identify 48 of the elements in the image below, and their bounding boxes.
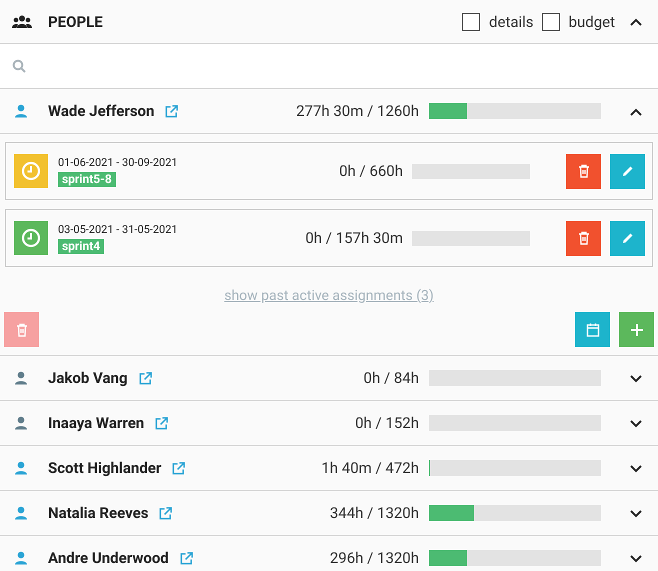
hours-text: 344h / 1320h [330, 504, 419, 522]
hours-text: 296h / 1320h [330, 549, 419, 567]
hours-text: 277h 30m / 1260h [296, 102, 419, 120]
hours-text: 1h 40m / 472h [321, 459, 419, 477]
add-button[interactable] [619, 312, 654, 347]
collapse-icon[interactable] [629, 17, 643, 27]
edit-button[interactable] [610, 220, 645, 256]
calendar-button[interactable] [575, 312, 610, 347]
external-link-icon[interactable] [171, 460, 186, 476]
date-range: 03-05-2021 - 31-05-2021 [58, 222, 178, 236]
expand-icon[interactable] [629, 508, 643, 518]
delete-button[interactable] [566, 220, 601, 256]
checkbox[interactable] [542, 12, 560, 30]
plus-icon [630, 322, 644, 336]
person-name: Natalia Reeves [48, 504, 148, 522]
people-icon [12, 14, 32, 28]
date-range: 01-06-2021 - 30-09-2021 [58, 156, 178, 168]
edit-button[interactable] [610, 154, 645, 188]
person-name: Inaaya Warren [48, 414, 144, 432]
sprint-tag: sprint4 [58, 238, 104, 254]
delete-button[interactable] [566, 154, 601, 188]
hours-text: 0h / 157h 30m [305, 229, 403, 247]
expand-icon[interactable] [629, 464, 643, 474]
external-link-icon[interactable] [138, 370, 153, 386]
external-link-icon[interactable] [164, 104, 180, 118]
person-name: Wade Jefferson [48, 102, 154, 120]
person-name: Andre Underwood [48, 549, 169, 567]
search-icon [12, 59, 26, 73]
external-link-icon[interactable] [158, 506, 174, 520]
external-link-icon[interactable] [178, 550, 194, 566]
calendar-icon [584, 322, 600, 338]
checkbox[interactable] [462, 12, 480, 30]
expand-icon[interactable] [629, 554, 643, 564]
hours-text: 0h / 84h [364, 369, 419, 387]
external-link-icon[interactable] [154, 416, 170, 430]
expand-icon[interactable] [629, 374, 643, 384]
hours-text: 0h / 152h [355, 414, 419, 432]
person-name: Jakob Vang [48, 369, 128, 387]
past-assignments-link[interactable]: show past active assignments (3) [224, 288, 434, 304]
checkbox-label: details [489, 12, 534, 30]
panel-title: PEOPLE [48, 12, 104, 30]
search-field[interactable] [0, 44, 658, 89]
sprint-tag: sprint5-8 [58, 172, 116, 186]
checkbox-label: budget [568, 12, 615, 30]
collapse-icon[interactable] [629, 106, 643, 116]
expand-icon[interactable] [629, 418, 643, 428]
person-name: Scott Highlander [48, 459, 162, 477]
hours-text: 0h / 660h [339, 162, 403, 180]
